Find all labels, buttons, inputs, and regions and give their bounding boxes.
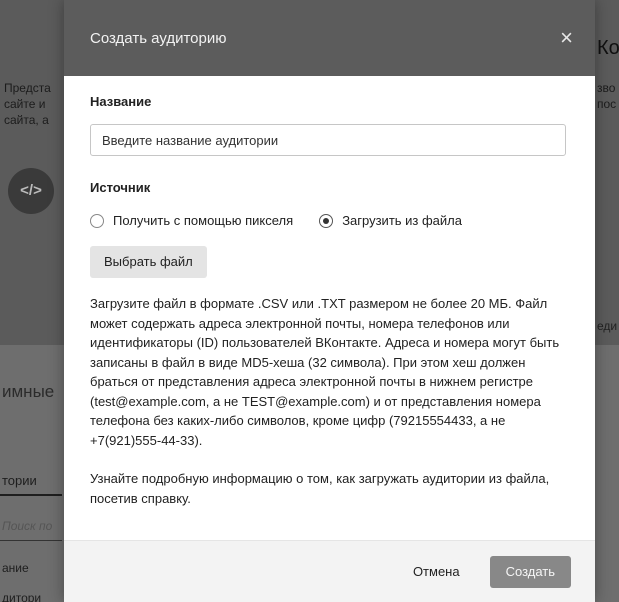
bg-column-second: дитори bbox=[2, 591, 42, 602]
bg-right-line-2: пос bbox=[597, 97, 617, 111]
modal-footer: Отмена Создать bbox=[64, 540, 595, 602]
bg-left-line-3: сайта, а bbox=[4, 113, 49, 127]
bg-left-line-1: Предста bbox=[4, 81, 51, 95]
radio-pixel-circle[interactable] bbox=[90, 213, 104, 228]
create-audience-modal: Создать аудиторию × Название Источник По… bbox=[64, 0, 595, 602]
radio-file[interactable]: Загрузить из файла bbox=[319, 213, 462, 228]
file-format-help-text: Загрузите файл в формате .CSV или .TXT р… bbox=[90, 296, 560, 448]
modal-header: Создать аудиторию × bbox=[64, 0, 595, 76]
create-button[interactable]: Создать bbox=[489, 555, 571, 588]
bg-right-description: зво пос bbox=[597, 80, 619, 112]
radio-file-circle[interactable] bbox=[319, 213, 334, 228]
bg-right-title: Ко bbox=[597, 40, 619, 56]
modal-title: Создать аудиторию bbox=[90, 29, 227, 47]
radio-file-label: Загрузить из файла bbox=[342, 213, 462, 228]
code-icon: </> bbox=[8, 168, 54, 214]
bg-search-underline bbox=[0, 540, 62, 541]
bg-left-line-2: сайте и bbox=[4, 97, 46, 111]
bg-search-input: Поиск по bbox=[2, 519, 53, 533]
choose-file-button[interactable]: Выбрать файл bbox=[90, 246, 207, 278]
cancel-button[interactable]: Отмена bbox=[413, 564, 460, 579]
bg-right-line-1: зво bbox=[597, 81, 616, 95]
modal-body: Название Источник Получить с помощью пик… bbox=[64, 76, 595, 508]
bg-left-description: Предста сайте и сайта, а bbox=[4, 80, 62, 128]
bg-right-short: еди bbox=[597, 319, 618, 333]
help-link-text[interactable]: Узнайте подробную информацию о том, как … bbox=[90, 469, 570, 508]
bg-section-title: имные bbox=[2, 384, 55, 400]
bg-tab-underline bbox=[0, 494, 62, 496]
close-icon[interactable]: × bbox=[560, 27, 573, 49]
audience-name-input[interactable] bbox=[90, 124, 566, 156]
source-label: Источник bbox=[90, 180, 151, 195]
bg-tab-audiences: тории bbox=[2, 473, 37, 488]
name-label: Название bbox=[90, 94, 152, 109]
source-radio-group: Получить с помощью пикселя Загрузить из … bbox=[90, 213, 569, 228]
radio-pixel-label: Получить с помощью пикселя bbox=[113, 213, 294, 228]
bg-column-name: ание bbox=[2, 561, 29, 575]
radio-pixel[interactable]: Получить с помощью пикселя bbox=[90, 213, 293, 228]
